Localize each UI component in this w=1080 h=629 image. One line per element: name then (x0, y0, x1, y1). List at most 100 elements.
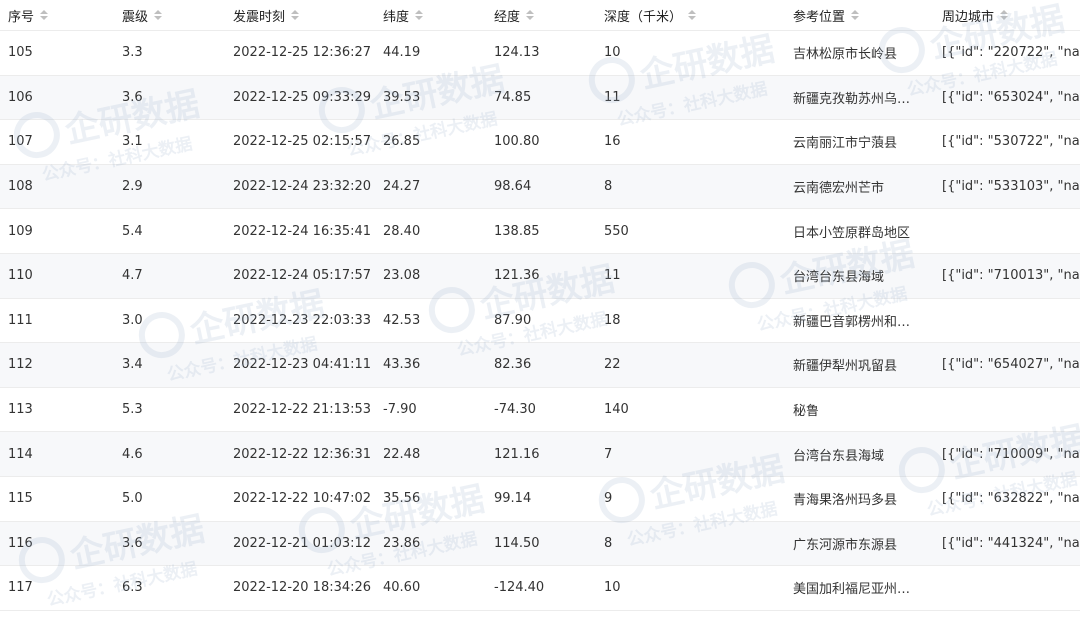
table-row[interactable]: 109 5.4 2022-12-24 16:35:41 28.40 138.85 550 日… (0, 209, 1080, 254)
sort-icon[interactable] (154, 10, 163, 20)
cell-latitude: 23.08 (383, 268, 421, 284)
cell-time: 2022-12-25 02:15:57 (233, 134, 372, 150)
sort-icon[interactable] (851, 10, 860, 20)
sort-icon[interactable] (1000, 10, 1009, 20)
cell-nearby-cities: [{"id": "220722", "na... (942, 45, 1080, 61)
cell-id: 114 (8, 446, 33, 462)
cell-longitude: 87.90 (494, 312, 532, 328)
table-row[interactable]: 113 5.3 2022-12-22 21:13:53 -7.90 -74.30 140 秘… (0, 388, 1080, 433)
table-row[interactable]: 114 4.6 2022-12-22 12:36:31 22.48 121.16 7 台湾台… (0, 432, 1080, 477)
table-row[interactable]: 108 2.9 2022-12-24 23:32:20 24.27 98.64 8 云南德宏… (0, 164, 1080, 210)
cell-time: 2022-12-22 21:13:53 (233, 402, 372, 418)
cell-longitude: 114.50 (494, 535, 540, 551)
cell-id: 115 (8, 491, 33, 507)
sort-icon[interactable] (688, 10, 697, 20)
cell-nearby-cities: [{"id": "710009", "na... (942, 446, 1080, 462)
cell-magnitude: 5.3 (122, 402, 143, 418)
cell-location: 日本小笠原群岛地区 (793, 225, 911, 241)
table-row[interactable]: 112 3.4 2022-12-23 04:41:11 43.36 82.36 22 新疆伊… (0, 343, 1080, 388)
sort-icon[interactable] (291, 10, 300, 20)
cell-depth: 7 (604, 446, 613, 462)
cell-latitude: 24.27 (383, 179, 421, 195)
cell-id: 112 (8, 357, 33, 373)
cell-magnitude: 6.3 (122, 580, 143, 596)
cell-location: 青海果洛州玛多县 (793, 493, 898, 509)
header-magnitude[interactable]: 震级 (122, 0, 222, 30)
header-location[interactable]: 参考位置 (793, 0, 911, 30)
header-nearby-cities[interactable]: 周边城市 (942, 0, 1080, 30)
cell-time: 2022-12-22 10:47:02 (233, 491, 372, 507)
cell-longitude: 98.64 (494, 179, 532, 195)
cell-latitude: 44.19 (383, 45, 421, 61)
cell-time: 2022-12-21 01:03:12 (233, 535, 372, 551)
cell-magnitude: 3.6 (122, 89, 143, 105)
cell-depth: 10 (604, 580, 621, 596)
cell-location: 美国加利福尼亚州… (793, 582, 911, 598)
cell-longitude: 74.85 (494, 89, 532, 105)
cell-magnitude: 4.7 (122, 268, 143, 284)
table-row[interactable]: 111 3.0 2022-12-23 22:03:33 42.53 87.90 18 新疆巴… (0, 299, 1080, 344)
cell-id: 116 (8, 535, 33, 551)
cell-location: 台湾台东县海域 (793, 270, 885, 286)
sort-icon[interactable] (415, 10, 424, 20)
cell-longitude: 138.85 (494, 223, 540, 239)
table-row[interactable]: 115 5.0 2022-12-22 10:47:02 35.56 99.14 9 青海果洛… (0, 477, 1080, 522)
cell-magnitude: 3.1 (122, 134, 143, 150)
cell-id: 106 (8, 89, 33, 105)
cell-time: 2022-12-22 12:36:31 (233, 446, 372, 462)
cell-depth: 9 (604, 491, 613, 507)
cell-longitude: 124.13 (494, 45, 540, 61)
cell-latitude: 23.86 (383, 535, 421, 551)
cell-location: 云南丽江市宁蒗县 (793, 136, 898, 152)
cell-nearby-cities: [{"id": "653024", "na... (942, 89, 1080, 105)
table-row[interactable]: 117 6.3 2022-12-20 18:34:26 40.60 -124.40 10 美… (0, 566, 1080, 611)
cell-time: 2022-12-25 09:33:29 (233, 89, 372, 105)
cell-nearby-cities: [{"id": "530722", "na... (942, 134, 1080, 150)
header-id[interactable]: 序号 (8, 0, 108, 30)
cell-id: 117 (8, 580, 33, 596)
cell-depth: 8 (604, 535, 613, 551)
cell-depth: 18 (604, 312, 621, 328)
cell-depth: 10 (604, 45, 621, 61)
cell-location: 吉林松原市长岭县 (793, 47, 898, 63)
cell-nearby-cities (942, 388, 1080, 432)
cell-depth: 22 (604, 357, 621, 373)
cell-time: 2022-12-24 05:17:57 (233, 268, 372, 284)
cell-id: 110 (8, 268, 33, 284)
table-row[interactable]: 106 3.6 2022-12-25 09:33:29 39.53 74.85 11 新疆克… (0, 75, 1080, 121)
cell-time: 2022-12-25 12:36:27 (233, 45, 372, 61)
cell-location: 新疆伊犁州巩留县 (793, 359, 898, 375)
cell-nearby-cities (942, 299, 1080, 343)
header-time[interactable]: 发震时刻 (233, 0, 378, 30)
earthquake-table: 序号 震级 发震时刻 纬度 经度 深度（千米） 参考位置 周边城市 105 3.3… (0, 0, 1080, 611)
header-depth[interactable]: 深度（千米） (604, 0, 784, 30)
cell-depth: 550 (604, 223, 629, 239)
table-row[interactable]: 116 3.6 2022-12-21 01:03:12 23.86 114.50 8 广东河… (0, 521, 1080, 567)
table-row[interactable]: 107 3.1 2022-12-25 02:15:57 26.85 100.80 16 云南… (0, 120, 1080, 165)
cell-longitude: 82.36 (494, 357, 532, 373)
cell-location: 新疆巴音郭楞州和… (793, 314, 911, 330)
header-latitude[interactable]: 纬度 (383, 0, 483, 30)
cell-latitude: 40.60 (383, 580, 421, 596)
cell-time: 2022-12-23 04:41:11 (233, 357, 372, 373)
cell-latitude: 39.53 (383, 89, 421, 105)
cell-time: 2022-12-20 18:34:26 (233, 580, 372, 596)
cell-id: 105 (8, 45, 33, 61)
cell-latitude: 28.40 (383, 223, 421, 239)
cell-id: 111 (8, 312, 33, 328)
header-longitude[interactable]: 经度 (494, 0, 594, 30)
sort-icon[interactable] (40, 10, 49, 20)
cell-longitude: 100.80 (494, 134, 540, 150)
cell-id: 107 (8, 134, 33, 150)
table-row[interactable]: 110 4.7 2022-12-24 05:17:57 23.08 121.36 11 台湾… (0, 253, 1080, 299)
cell-longitude: -74.30 (494, 402, 536, 418)
cell-nearby-cities: [{"id": "654027", "na... (942, 357, 1080, 373)
cell-nearby-cities: [{"id": "632822", "na... (942, 491, 1080, 507)
sort-icon[interactable] (526, 10, 535, 20)
cell-id: 109 (8, 223, 33, 239)
cell-id: 113 (8, 402, 33, 418)
cell-latitude: -7.90 (383, 402, 417, 418)
table-row[interactable]: 105 3.3 2022-12-25 12:36:27 44.19 124.13 10 吉林… (0, 31, 1080, 76)
cell-location: 云南德宏州芒市 (793, 181, 885, 197)
cell-magnitude: 4.6 (122, 446, 143, 462)
